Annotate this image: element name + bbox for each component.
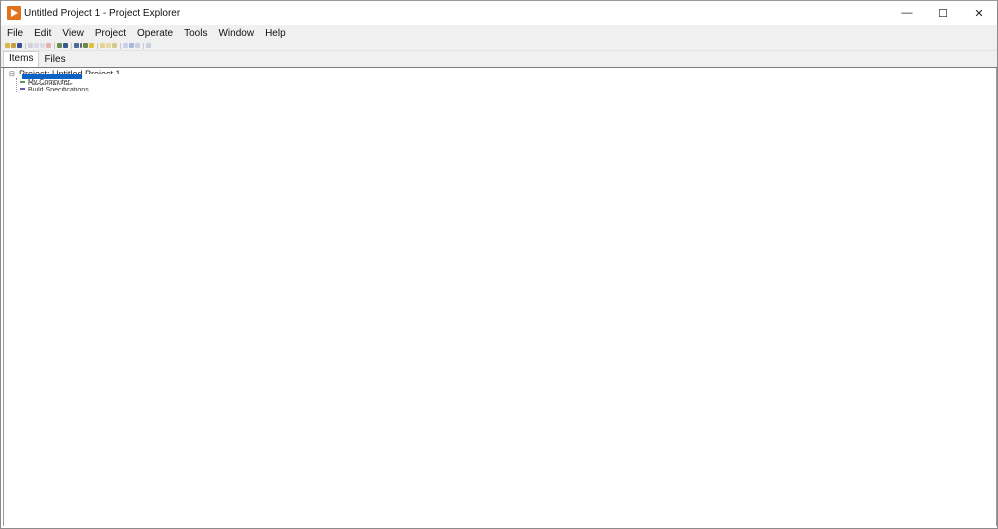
- cut-icon[interactable]: [28, 43, 33, 48]
- title-bar: Untitled Project 1 - Project Explorer — …: [1, 1, 997, 25]
- labview-app-icon: [7, 6, 21, 20]
- toolbar: [1, 41, 997, 51]
- collapse-icon[interactable]: [146, 43, 151, 48]
- view-tabs: Items Files: [1, 51, 997, 68]
- menu-bar: File Edit View Project Operate Tools Win…: [1, 25, 997, 41]
- tree-item-build-specifications[interactable]: Build Specifications: [28, 87, 89, 91]
- tab-items[interactable]: Items: [3, 51, 40, 67]
- toolbar-separator: [54, 42, 55, 49]
- toolbar-separator: [25, 42, 26, 49]
- new-icon[interactable]: [5, 43, 10, 48]
- properties-icon[interactable]: [83, 43, 88, 48]
- open-icon[interactable]: [11, 43, 16, 48]
- menu-window[interactable]: Window: [212, 26, 259, 41]
- menu-help[interactable]: Help: [259, 26, 291, 41]
- minimize-button[interactable]: —: [889, 1, 925, 25]
- menu-operate[interactable]: Operate: [131, 26, 178, 41]
- paste-icon[interactable]: [40, 43, 45, 48]
- menu-edit[interactable]: Edit: [28, 26, 56, 41]
- toolbar-separator: [143, 42, 144, 49]
- export-icon[interactable]: [63, 43, 68, 48]
- menu-tools[interactable]: Tools: [178, 26, 212, 41]
- folder-open-icon[interactable]: [106, 43, 111, 48]
- tree-connector: [16, 78, 17, 92]
- import-icon[interactable]: [57, 43, 62, 48]
- expand-icon[interactable]: [135, 43, 140, 48]
- warning-icon[interactable]: [89, 43, 94, 48]
- folder-icon[interactable]: [100, 43, 105, 48]
- save-all-icon[interactable]: [17, 43, 22, 48]
- delete-icon[interactable]: [46, 43, 51, 48]
- tab-files[interactable]: Files: [39, 53, 70, 67]
- dropdown-icon[interactable]: [80, 43, 82, 48]
- toolbar-separator: [97, 42, 98, 49]
- project-tree[interactable]: ⊟ Project: Untitled Project 1 My Compute…: [3, 68, 997, 526]
- close-button[interactable]: ✕: [961, 1, 997, 25]
- menu-project[interactable]: Project: [89, 26, 131, 41]
- copy-icon[interactable]: [34, 43, 39, 48]
- window-title: Untitled Project 1 - Project Explorer: [24, 7, 181, 19]
- toolbar-separator: [120, 42, 121, 49]
- maximize-button[interactable]: ☐: [925, 1, 961, 25]
- folder-add-icon[interactable]: [112, 43, 117, 48]
- refresh-icon[interactable]: [129, 43, 134, 48]
- dependencies-icon: [20, 81, 25, 83]
- find-icon[interactable]: [123, 43, 128, 48]
- collapse-toggle-icon[interactable]: ⊟: [9, 70, 15, 78]
- build-specifications-icon: [20, 88, 25, 90]
- menu-file[interactable]: File: [1, 26, 28, 41]
- add-item-icon[interactable]: [74, 43, 79, 48]
- menu-view[interactable]: View: [56, 26, 89, 41]
- toolbar-separator: [71, 42, 72, 49]
- tree-item-dependencies[interactable]: Dependencies: [28, 82, 73, 85]
